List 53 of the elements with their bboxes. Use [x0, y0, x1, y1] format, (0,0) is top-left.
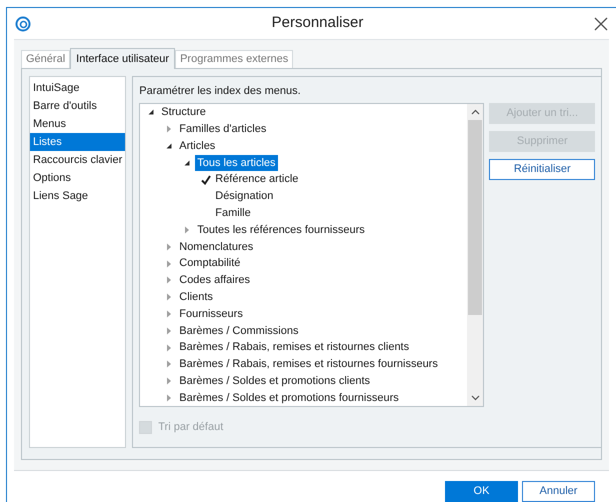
tree-item[interactable]: Référence article	[215, 171, 298, 188]
tree-item[interactable]: Barèmes / Rabais, remises et ristournes clients	[179, 339, 410, 356]
tree-item[interactable]: Tous les articles	[195, 154, 278, 172]
cancel-button[interactable]: Annuler	[522, 481, 595, 502]
scroll-thumb[interactable]	[468, 120, 482, 315]
collapsed-arrow-icon[interactable]	[165, 344, 174, 352]
tree-item[interactable]: Articles	[179, 138, 216, 154]
tree-item[interactable]: Comptabilité	[179, 255, 240, 272]
sidebar-item[interactable]: Barre d'outils	[30, 97, 126, 115]
collapsed-arrow-icon[interactable]	[165, 394, 174, 402]
sidebar-item[interactable]: Liens Sage	[30, 187, 126, 205]
collapsed-arrow-icon[interactable]	[165, 326, 174, 335]
collapsed-arrow-icon[interactable]	[183, 226, 192, 234]
collapsed-arrow-icon[interactable]	[165, 360, 174, 368]
tree-item[interactable]: Clients	[179, 288, 213, 306]
tree-item[interactable]: Barèmes / Soldes et promotions clients	[179, 372, 370, 390]
sidebar-item[interactable]: Menus	[30, 115, 126, 133]
tree-item[interactable]: Barèmes / Soldes et promotions fournisseurs	[179, 390, 399, 406]
app-logo-icon	[15, 16, 31, 32]
sidebar-item[interactable]: Raccourcis clavier	[30, 151, 126, 169]
tab[interactable]: Programmes externes	[175, 50, 294, 68]
collapsed-arrow-icon[interactable]	[165, 377, 174, 386]
tree-item[interactable]: Codes affaires	[179, 272, 250, 289]
collapsed-arrow-icon[interactable]	[165, 293, 174, 302]
collapsed-arrow-icon[interactable]	[165, 276, 174, 284]
tree-item[interactable]: Nomenclatures	[179, 238, 254, 256]
tree-item[interactable]: Barèmes / Commissions	[179, 322, 298, 339]
collapsed-arrow-icon[interactable]	[165, 125, 174, 134]
checkbox-label: Tri par défaut	[158, 420, 224, 435]
panel-heading: Paramétrer les index des menus.	[139, 84, 302, 99]
window-title: Personnaliser	[272, 13, 364, 34]
expanded-arrow-icon[interactable]	[183, 158, 192, 167]
sidebar-item[interactable]: Listes	[30, 133, 126, 151]
sidebar-item[interactable]: IntuiSage	[30, 79, 126, 97]
tab[interactable]: Général	[21, 50, 70, 68]
expanded-arrow-icon[interactable]	[165, 142, 174, 150]
tree-item[interactable]: Toutes les références fournisseurs	[197, 222, 365, 238]
sidebar-item[interactable]: Options	[30, 169, 126, 187]
tree-item[interactable]: Familles d'articles	[179, 120, 266, 138]
ok-button[interactable]: OK	[445, 481, 518, 502]
tree-item[interactable]: Fournisseurs	[179, 306, 243, 322]
expanded-arrow-icon[interactable]	[147, 108, 156, 116]
scrollbar[interactable]	[467, 104, 484, 406]
action-button[interactable]: Réinitialiser	[489, 159, 596, 180]
close-icon[interactable]	[594, 16, 608, 30]
tree-item[interactable]: Barèmes / Rabais, remises et ristournes fournisseurs	[179, 356, 438, 373]
tree-item[interactable]: Désignation	[215, 188, 274, 205]
tree-item[interactable]: Structure	[161, 104, 206, 121]
collapsed-arrow-icon[interactable]	[165, 260, 174, 268]
tree-item[interactable]: Famille	[215, 204, 251, 222]
collapsed-arrow-icon[interactable]	[165, 310, 174, 318]
collapsed-arrow-icon[interactable]	[165, 242, 174, 251]
tab[interactable]: Interface utilisateur	[70, 48, 176, 69]
